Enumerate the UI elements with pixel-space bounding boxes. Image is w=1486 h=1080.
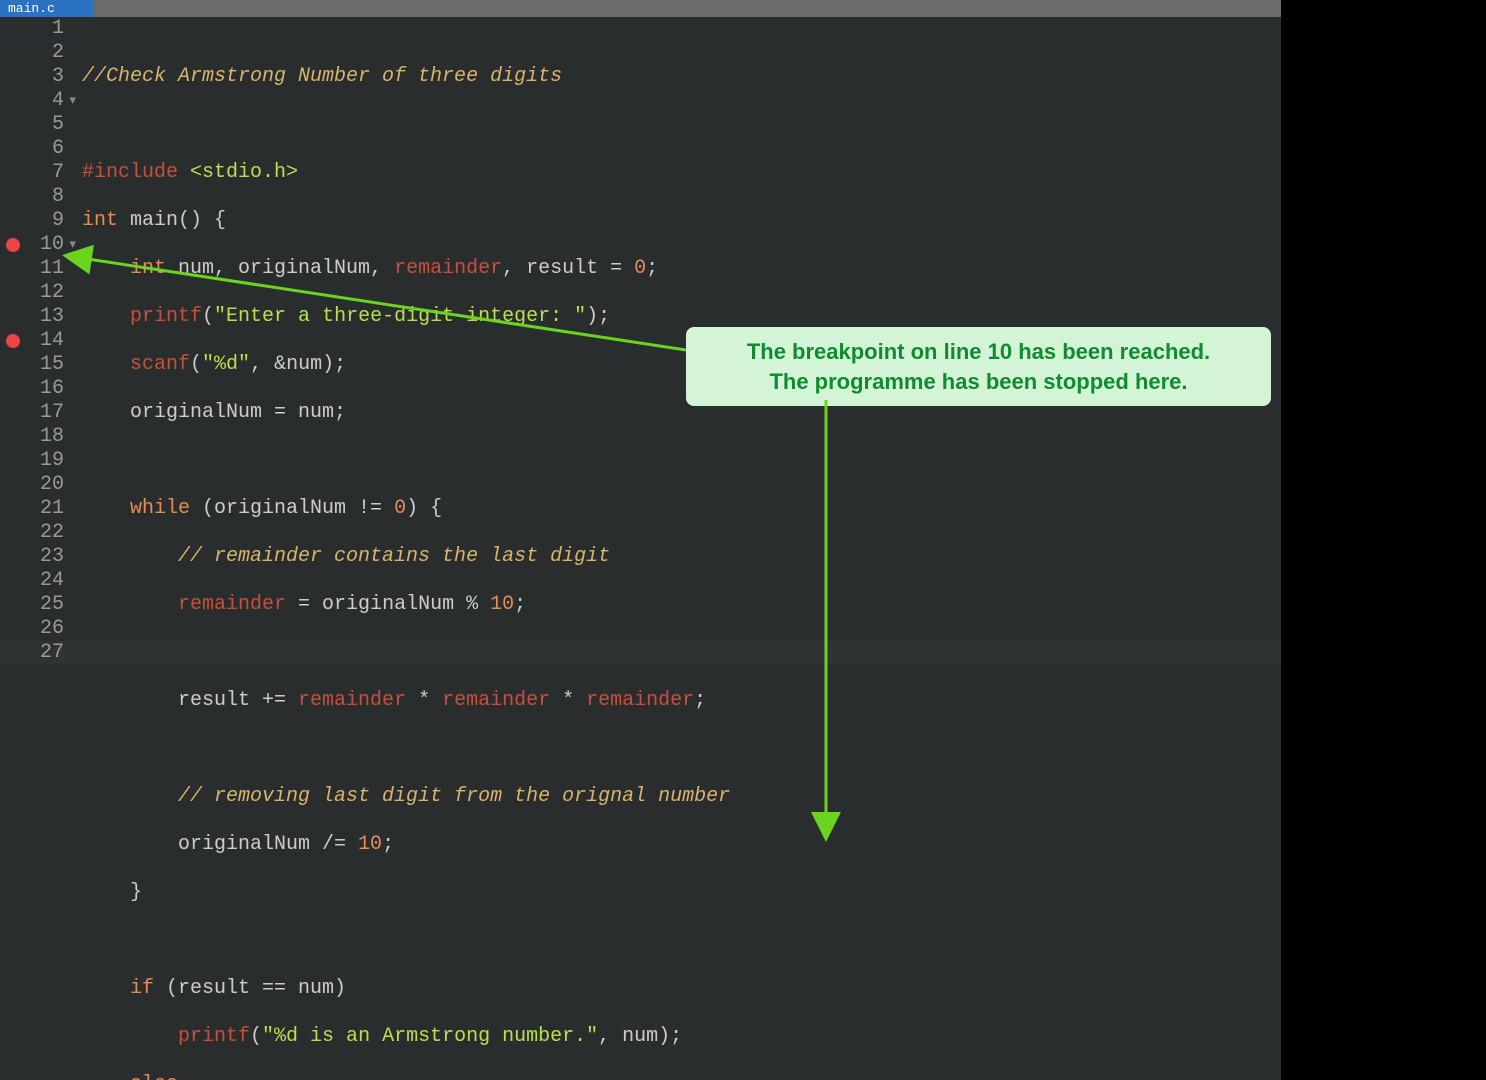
editor-gutter[interactable]: 1 2 3 4▾ 5 6 7 8 9 10▾ 11 12 13 14 15 16… [0,17,74,1080]
breakpoint-marker[interactable] [6,238,20,252]
code-editor[interactable]: 1 2 3 4▾ 5 6 7 8 9 10▾ 11 12 13 14 15 16… [0,17,1281,1080]
tab-bar: main.c [0,0,1281,17]
breakpoint-marker[interactable] [6,334,20,348]
annotation-callout: The breakpoint on line 10 has been reach… [686,327,1271,406]
editor-code-area[interactable]: //Check Armstrong Number of three digits… [74,17,1281,1080]
file-tab-main-c[interactable]: main.c [0,0,93,17]
